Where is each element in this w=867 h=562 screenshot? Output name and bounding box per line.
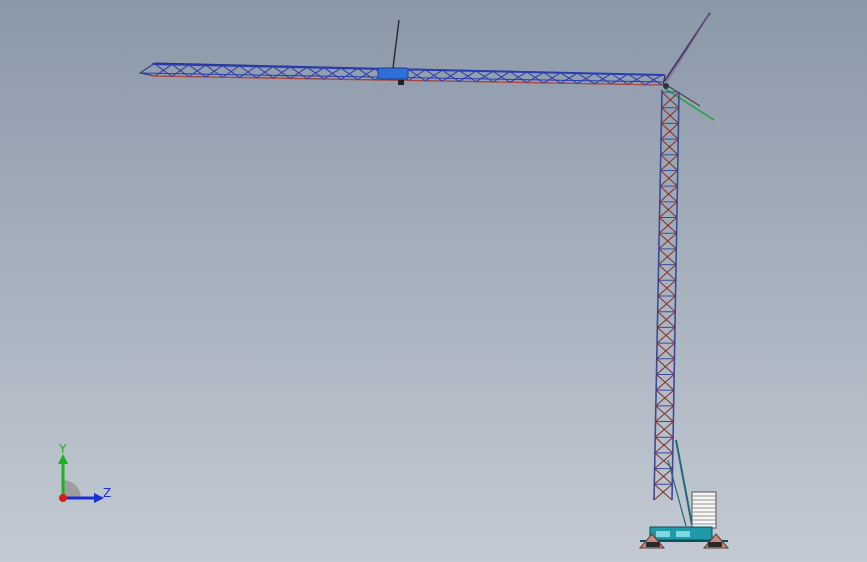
tower-head[interactable] [663,12,715,121]
crane-model[interactable] [0,0,867,562]
y-axis-label: Y [59,442,67,456]
crane-base[interactable] [638,526,730,549]
reference-triad: Y Z [48,440,120,510]
tower-mast[interactable] [653,89,680,501]
graphics-viewport[interactable]: Y Z [0,0,867,562]
counterweight-block[interactable] [691,491,717,529]
trolley[interactable] [377,19,409,85]
z-axis-label: Z [103,486,112,500]
